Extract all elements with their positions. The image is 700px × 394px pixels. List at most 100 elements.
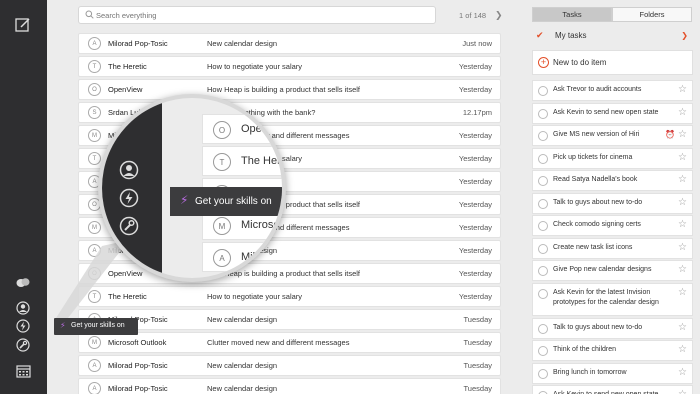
avatar: T (213, 153, 231, 171)
task-checkbox[interactable] (538, 176, 548, 186)
bolt-icon: ⚡ (180, 193, 189, 207)
message-row[interactable]: T The Heretic How to negotiate your salary… (78, 56, 501, 77)
message-subject: How to negotiate your salary (207, 62, 303, 71)
message-time: Yesterday (458, 62, 492, 71)
wrench-icon[interactable] (14, 336, 32, 354)
task-item[interactable]: Ask Kevin to send new open state☆ (532, 385, 693, 394)
message-row[interactable]: A Milorad Pop-Tosic New calendar design Tue… (78, 355, 501, 376)
task-label: Bring lunch in tomorrow (553, 368, 627, 376)
task-label: Talk to guys about new to-do (553, 198, 643, 206)
star-icon[interactable]: ☆ (678, 174, 687, 185)
message-sender: OpenView (241, 123, 284, 135)
tasks-pane: Tasks Folders ✔ My tasks ❯ + New to do i… (528, 0, 700, 394)
task-checkbox[interactable] (538, 368, 548, 379)
task-item[interactable]: Talk to guys about new to-do ☆ (532, 192, 693, 214)
message-sender: The Heretic (108, 62, 147, 71)
task-label: Ask Kevin for the latest Invision protot… (553, 288, 659, 306)
plus-icon: + (538, 57, 549, 68)
task-item[interactable]: Pick up tickets for cinema ☆ (532, 147, 693, 169)
magnified-message-row: T The Heretic (202, 146, 282, 176)
task-checkbox[interactable] (538, 86, 548, 96)
star-icon[interactable]: ☆ (678, 367, 687, 378)
message-subject: New calendar design (207, 361, 278, 370)
tab-folders[interactable]: Folders (612, 7, 692, 22)
magnified-skills-tooltip: ⚡ Get your skills on (170, 187, 282, 216)
avatar: A (88, 37, 101, 50)
task-label: Pick up tickets for cinema (553, 153, 633, 161)
task-item[interactable]: Talk to guys about new to-do ☆ (532, 317, 693, 339)
task-item[interactable]: Ask Kevin for the latest Invision protot… (532, 282, 693, 316)
magnified-message-row: O OpenView (202, 114, 284, 144)
star-icon[interactable]: ☆ (678, 322, 687, 333)
task-checkbox[interactable] (538, 221, 548, 231)
new-todo-label: New to do item (553, 58, 607, 67)
task-item[interactable]: Ask Kevin to send new open state☆ (532, 102, 693, 124)
task-item[interactable]: Create new task list icons ☆ (532, 237, 693, 259)
task-checkbox[interactable] (538, 266, 548, 276)
star-icon[interactable]: ☆ (678, 152, 687, 163)
star-icon[interactable]: ☆ (678, 242, 687, 253)
task-checkbox[interactable] (538, 108, 548, 119)
task-item[interactable]: Think of the children ☆ (532, 340, 693, 361)
search-box[interactable] (78, 6, 436, 24)
task-list-header[interactable]: ✔ My tasks ❯ (532, 27, 692, 45)
tab-tasks[interactable]: Tasks (532, 7, 612, 22)
message-subject: How Heap is building a product that sell… (207, 85, 360, 94)
message-row[interactable]: M Microsoft Outlook Clutter moved new and … (78, 332, 501, 353)
star-icon[interactable]: ☆ (678, 344, 687, 355)
search-input[interactable] (96, 9, 426, 22)
task-checkbox[interactable] (538, 198, 548, 209)
task-checkbox[interactable] (538, 243, 548, 254)
message-time: Yesterday (458, 154, 492, 163)
task-checkbox[interactable] (538, 288, 548, 299)
task-checkbox[interactable] (538, 346, 548, 356)
calendar-icon[interactable] (14, 362, 32, 380)
message-time: Yesterday (458, 223, 492, 232)
alarm-icon[interactable]: ⏰ (665, 130, 675, 139)
task-label: Give MS new version of Hiri (553, 131, 640, 138)
profile-icon[interactable] (14, 299, 32, 317)
new-todo-item[interactable]: + New to do item (532, 50, 693, 75)
star-icon[interactable]: ☆ (678, 197, 687, 208)
star-icon[interactable]: ☆ (678, 264, 687, 275)
bolt-icon[interactable] (14, 317, 32, 335)
message-subject: New calendar design (207, 315, 278, 324)
task-item[interactable]: Give Pop new calendar designs ☆ (532, 260, 693, 281)
task-checkbox[interactable] (538, 153, 548, 164)
task-checkbox[interactable] (538, 323, 548, 334)
message-time: Yesterday (458, 177, 492, 186)
message-subject: New calendar design (207, 384, 278, 393)
message-time: Just now (462, 39, 492, 48)
message-sender: Milorad Pop-Tosic (108, 361, 168, 370)
star-icon[interactable]: ☆ (678, 107, 687, 118)
chat-icon[interactable] (14, 274, 32, 292)
check-icon: ✔ (536, 30, 544, 40)
avatar: M (213, 217, 231, 235)
task-item[interactable]: Ask Trevor to audit accounts ☆ (532, 80, 693, 101)
avatar: T (88, 60, 101, 73)
task-checkbox[interactable] (538, 131, 548, 141)
left-rail (0, 0, 47, 394)
wrench-icon (119, 216, 139, 236)
message-time: Yesterday (458, 85, 492, 94)
task-list-title: My tasks (555, 31, 587, 40)
avatar: A (213, 249, 231, 267)
star-icon[interactable]: ☆ (678, 219, 687, 230)
message-sender: Milorad (241, 251, 278, 263)
compose-icon[interactable] (14, 16, 32, 34)
search-icon (85, 10, 94, 19)
star-icon[interactable]: ☆ (678, 129, 687, 140)
star-icon[interactable]: ☆ (678, 84, 687, 95)
chevron-right-icon[interactable]: ❯ (495, 10, 503, 21)
message-time: Yesterday (458, 292, 492, 301)
task-item[interactable]: Check comodo signing certs ☆ (532, 215, 693, 236)
task-item[interactable]: Give MS new version of Hiri ☆ ⏰ (532, 125, 693, 146)
star-icon[interactable]: ☆ (678, 287, 687, 298)
bolt-icon: ⚡ (60, 321, 66, 330)
task-item[interactable]: Read Satya Nadella's book ☆ (532, 170, 693, 191)
message-row[interactable]: A Milorad Pop-Tosic New calendar design Jus… (78, 33, 501, 54)
chevron-down-icon[interactable]: ❯ (681, 31, 688, 40)
message-row[interactable]: A Milorad Pop-Tosic New calendar design Tue… (78, 378, 501, 394)
star-icon[interactable]: ☆ (678, 389, 687, 394)
task-item[interactable]: Bring lunch in tomorrow ☆ (532, 362, 693, 384)
